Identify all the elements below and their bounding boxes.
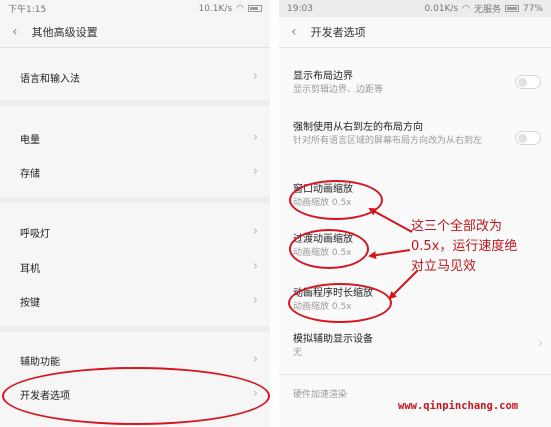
annotation-line-1: 这三个全部改为	[411, 219, 503, 234]
arrow-to-transition-animation	[368, 249, 411, 260]
annotation-arrows	[368, 208, 419, 300]
watermark: www.qinpinchang.com	[398, 400, 519, 412]
annotation-text: 这三个全部改为 0.5x，运行速度绝 对立马见效	[411, 217, 551, 277]
annotation-line-3: 对立马见效	[411, 259, 477, 274]
arrow-to-window-animation	[368, 208, 413, 233]
annotation-line-2: 0.5x，运行速度绝	[411, 239, 518, 254]
